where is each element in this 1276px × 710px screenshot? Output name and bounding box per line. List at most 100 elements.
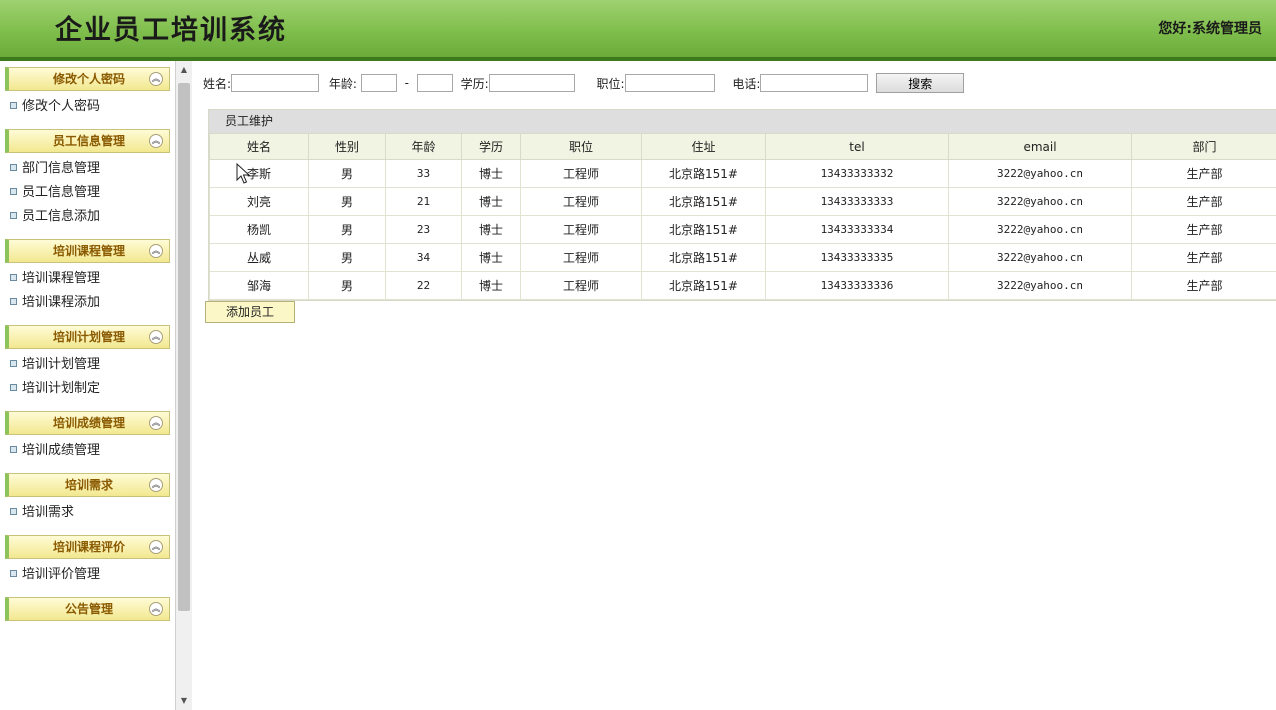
sidebar-section-header[interactable]: 修改个人密码 ︽ bbox=[5, 67, 170, 91]
employee-table: 姓名 性别 年龄 学历 职位 住址 tel email 部门 李斯男 33 博士 工程师 北京路151#… bbox=[209, 133, 1276, 300]
search-button[interactable]: 搜索 bbox=[876, 73, 965, 93]
table-cell: 工程师 bbox=[520, 159, 642, 188]
table-cell: 生产部 bbox=[1131, 271, 1276, 300]
table-cell: 3222@yahoo.cn bbox=[948, 243, 1132, 272]
sidebar-item[interactable]: 员工信息管理 bbox=[0, 181, 175, 205]
table-cell: 博士 bbox=[461, 187, 521, 216]
collapse-icon[interactable]: ︽ bbox=[149, 72, 163, 86]
table-cell: 李斯 bbox=[209, 159, 309, 188]
sidebar-item-label: 培训评价管理 bbox=[22, 567, 101, 582]
collapse-icon[interactable]: ︽ bbox=[149, 330, 163, 344]
sidebar-section-items: 部门信息管理员工信息管理 员工信息添加 bbox=[0, 153, 175, 233]
age-min-input[interactable] bbox=[360, 74, 397, 92]
age-max-input[interactable] bbox=[416, 74, 453, 92]
scroll-up-arrow-icon[interactable]: ▲ bbox=[176, 63, 192, 77]
table-row[interactable]: 丛威男 34 博士 工程师 北京路151# 13433333335 3222@yahoo.c… bbox=[209, 243, 1276, 272]
age-separator: - bbox=[404, 76, 409, 90]
table-cell: 3222@yahoo.cn bbox=[948, 215, 1132, 244]
sidebar-section-header[interactable]: 培训课程管理 ︽ bbox=[5, 239, 170, 263]
table-cell: 博士 bbox=[461, 159, 521, 188]
table-cell: 3222@yahoo.cn bbox=[948, 159, 1132, 188]
sidebar-item-label: 部门信息管理 bbox=[22, 161, 101, 176]
sidebar-item[interactable]: 培训需求 bbox=[0, 501, 175, 525]
bullet-icon bbox=[10, 212, 17, 219]
table-header-row: 姓名 性别 年龄 学历 职位 住址 tel email 部门 bbox=[209, 133, 1276, 160]
sidebar-section-title: 公告管理 bbox=[64, 602, 113, 616]
user-greeting: 您好:系统管理员 bbox=[1158, 21, 1262, 37]
table-cell: 34 bbox=[385, 243, 462, 272]
sidebar-item-label: 培训成绩管理 bbox=[22, 443, 101, 458]
column-header: 部门 bbox=[1131, 133, 1276, 160]
table-body: 李斯男 33 博士 工程师 北京路151# 13433333332 3222@yahoo.c… bbox=[209, 159, 1276, 300]
table-row[interactable]: 杨凯男 23 博士 工程师 北京路151# 13433333334 3222@yahoo.c… bbox=[209, 215, 1276, 244]
table-cell: 21 bbox=[385, 187, 462, 216]
table-cell: 北京路151# bbox=[641, 215, 766, 244]
column-header: email bbox=[948, 133, 1132, 160]
sidebar-section-header[interactable]: 培训课程评价 ︽ bbox=[5, 535, 170, 559]
sidebar-item[interactable]: 员工信息添加 bbox=[0, 205, 175, 229]
table-cell: 邹海 bbox=[209, 271, 309, 300]
sidebar-section-header[interactable]: 培训计划管理 ︽ bbox=[5, 325, 170, 349]
table-cell: 工程师 bbox=[520, 187, 642, 216]
sidebar-section-items: 培训课程管理 培训课程添加 bbox=[0, 263, 175, 319]
sidebar-section-header[interactable]: 公告管理 ︽ bbox=[5, 597, 170, 621]
sidebar-item-label: 培训计划管理 bbox=[22, 357, 101, 372]
table-cell: 男 bbox=[308, 187, 386, 216]
sidebar-sections: 修改个人密码 ︽ 修改个人密码 员工信息管理 ︽ 部门信息管理 员工信息管理 员工信息添加 培训… bbox=[0, 67, 175, 621]
collapse-icon[interactable]: ︽ bbox=[149, 478, 163, 492]
scroll-down-arrow-icon[interactable]: ▼ bbox=[176, 694, 192, 708]
sidebar-section-header[interactable]: 员工信息管理 ︽ bbox=[5, 129, 170, 153]
education-input[interactable] bbox=[488, 74, 575, 92]
bullet-icon bbox=[10, 384, 17, 391]
sidebar-section-items: 培训评价管理 bbox=[0, 559, 175, 591]
column-header: 职位 bbox=[520, 133, 642, 160]
add-employee-button[interactable]: 添加员工 bbox=[205, 301, 295, 323]
sidebar-item[interactable]: 培训计划制定 bbox=[0, 377, 175, 401]
table-cell: 13433333332 bbox=[765, 159, 949, 188]
sidebar-section-header[interactable]: 培训需求 ︽ bbox=[5, 473, 170, 497]
name-input[interactable] bbox=[231, 74, 320, 92]
table-cell: 北京路151# bbox=[641, 187, 766, 216]
sidebar-section-header[interactable]: 培训成绩管理 ︽ bbox=[5, 411, 170, 435]
table-cell: 生产部 bbox=[1131, 215, 1276, 244]
sidebar-section-items: 培训需求 bbox=[0, 497, 175, 529]
sidebar-item-label: 培训需求 bbox=[22, 505, 75, 520]
table-row[interactable]: 刘亮男 21 博士 工程师 北京路151# 13433333333 3222@yahoo.c… bbox=[209, 187, 1276, 216]
collapse-icon[interactable]: ︽ bbox=[149, 540, 163, 554]
name-label: 姓名: bbox=[203, 76, 232, 91]
bullet-icon bbox=[10, 102, 17, 109]
collapse-icon[interactable]: ︽ bbox=[149, 134, 163, 148]
scroll-thumb[interactable] bbox=[178, 83, 190, 611]
app-title: 企业员工培训系统 bbox=[55, 15, 287, 46]
sidebar-item[interactable]: 部门信息管理 bbox=[0, 157, 175, 181]
collapse-icon[interactable]: ︽ bbox=[149, 602, 163, 616]
sidebar-scrollbar[interactable]: ▲ ▼ bbox=[175, 61, 192, 710]
sidebar: 修改个人密码 ︽ 修改个人密码 员工信息管理 ︽ 部门信息管理 员工信息管理 员工信息添加 培训… bbox=[0, 61, 176, 710]
phone-label: 电话: bbox=[732, 76, 761, 91]
table-cell: 工程师 bbox=[520, 271, 642, 300]
table-cell: 13433333334 bbox=[765, 215, 949, 244]
collapse-icon[interactable]: ︽ bbox=[149, 244, 163, 258]
column-header: 住址 bbox=[641, 133, 766, 160]
sidebar-item[interactable]: 培训课程添加 bbox=[0, 291, 175, 315]
collapse-icon[interactable]: ︽ bbox=[149, 416, 163, 430]
sidebar-section-title: 修改个人密码 bbox=[52, 72, 125, 86]
sidebar-item[interactable]: 培训成绩管理 bbox=[0, 439, 175, 463]
position-input[interactable] bbox=[624, 74, 715, 92]
sidebar-item[interactable]: 修改个人密码 bbox=[0, 95, 175, 119]
sidebar-section-title: 培训课程管理 bbox=[52, 244, 125, 258]
column-header: 性别 bbox=[308, 133, 386, 160]
sidebar-section-title: 培训课程评价 bbox=[52, 540, 125, 554]
table-cell: 北京路151# bbox=[641, 271, 766, 300]
age-label: 年龄: bbox=[328, 76, 357, 91]
table-cell: 丛威 bbox=[209, 243, 309, 272]
sidebar-item[interactable]: 培训计划管理 bbox=[0, 353, 175, 377]
sidebar-item[interactable]: 培训课程管理 bbox=[0, 267, 175, 291]
sidebar-item[interactable]: 培训评价管理 bbox=[0, 563, 175, 587]
table-row[interactable]: 李斯男 33 博士 工程师 北京路151# 13433333332 3222@yahoo.c… bbox=[209, 159, 1276, 188]
header: 企业员工培训系统 您好:系统管理员 bbox=[0, 0, 1276, 61]
phone-input[interactable] bbox=[760, 74, 869, 92]
table-cell: 22 bbox=[385, 271, 462, 300]
table-cell: 生产部 bbox=[1131, 243, 1276, 272]
table-row[interactable]: 邹海男 22 博士 工程师 北京路151# 13433333336 3222@yahoo.c… bbox=[209, 271, 1276, 300]
